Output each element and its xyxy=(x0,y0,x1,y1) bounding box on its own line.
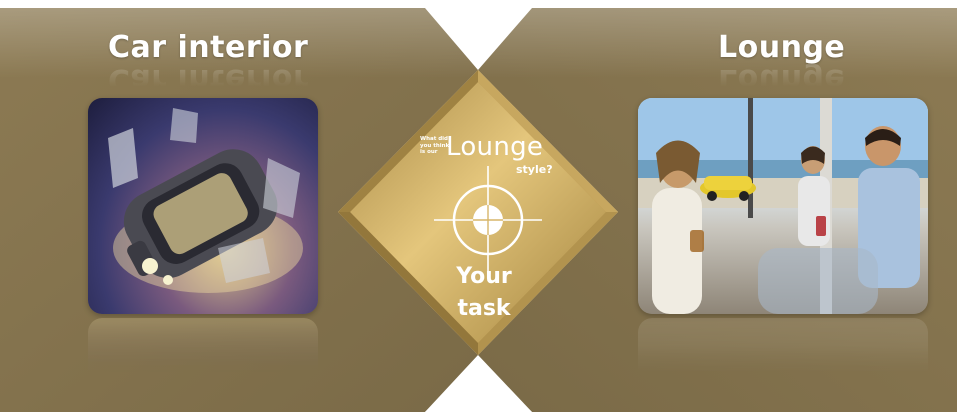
lounge-photo-reflection xyxy=(638,318,928,388)
task-line-2: task xyxy=(457,296,511,321)
lounge-heading-reflection: Lounge xyxy=(718,62,846,97)
task-line-1: Your xyxy=(456,264,512,289)
crosshair-target-icon[interactable] xyxy=(434,166,542,274)
car-interior-heading: Car interior xyxy=(108,30,309,65)
car-illustration xyxy=(108,108,303,293)
car-photo-reflection xyxy=(88,318,318,388)
car-interior-heading-reflection: Car interior xyxy=(108,62,309,97)
lounge-photo[interactable] xyxy=(638,98,928,314)
lounge-illustration xyxy=(638,98,928,314)
question-main-text: Lounge xyxy=(446,132,544,162)
lounge-heading: Lounge xyxy=(718,30,846,65)
stage: Car interior Car interior Lounge Lounge xyxy=(0,0,957,412)
car-interior-photo[interactable] xyxy=(88,98,318,314)
